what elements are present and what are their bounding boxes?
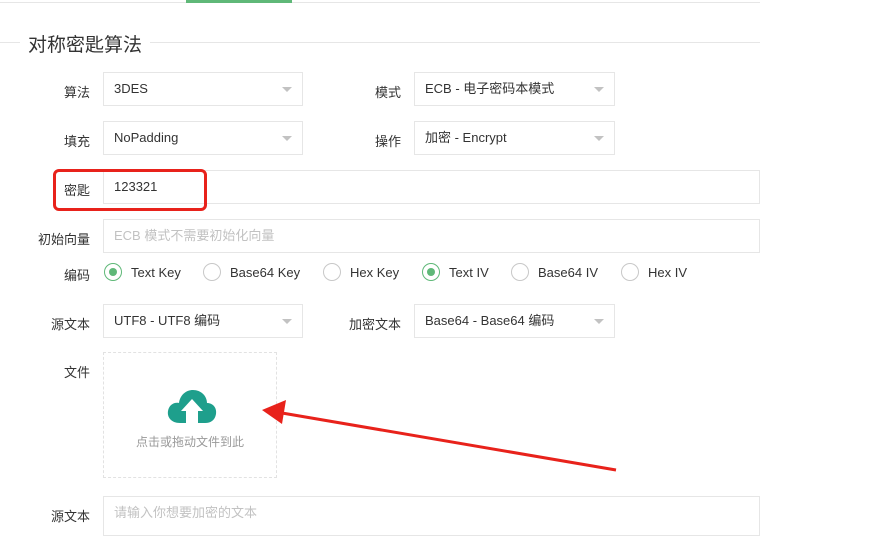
chevron-down-icon: [594, 136, 604, 141]
chevron-down-icon: [282, 136, 292, 141]
chevron-down-icon: [282, 319, 292, 324]
operation-label: 操作: [374, 134, 401, 149]
padding-label: 填充: [63, 134, 90, 149]
radio-label: Text IV: [449, 265, 489, 280]
section-line-right: [150, 42, 760, 43]
algorithm-select[interactable]: 3DES: [103, 72, 303, 106]
upload-hint: 点击或拖动文件到此: [135, 435, 244, 449]
radio-label: Base64 IV: [538, 265, 598, 280]
encrypted-text-encoding-value: Base64 - Base64 编码: [425, 313, 555, 328]
file-upload-dropzone[interactable]: 点击或拖动文件到此: [103, 352, 277, 478]
mode-select[interactable]: ECB - 电子密码本模式: [414, 72, 615, 106]
algorithm-label: 算法: [63, 85, 90, 100]
source-text-encoding-value: UTF8 - UTF8 编码: [114, 313, 221, 328]
encrypted-text-encoding-label: 加密文本: [348, 317, 401, 332]
source-text-label: 源文本: [50, 509, 90, 524]
chevron-down-icon: [594, 319, 604, 324]
radio-circle: [203, 263, 221, 281]
annotation-highlight-box: [53, 169, 207, 211]
source-text-encoding-select[interactable]: UTF8 - UTF8 编码: [103, 304, 303, 338]
radio-circle: [422, 263, 440, 281]
radio-circle: [511, 263, 529, 281]
operation-select[interactable]: 加密 - Encrypt: [414, 121, 615, 155]
algorithm-value: 3DES: [114, 81, 148, 96]
encoding-label: 编码: [63, 268, 90, 283]
radio-label: Base64 Key: [230, 265, 301, 280]
mode-label: 模式: [374, 85, 401, 100]
source-text-textarea[interactable]: 请输入你想要加密的文本: [103, 496, 760, 536]
padding-select[interactable]: NoPadding: [103, 121, 303, 155]
active-tab-indicator: [186, 0, 292, 3]
top-divider: [0, 2, 760, 3]
cloud-upload-icon: [167, 390, 217, 423]
mode-value: ECB - 电子密码本模式: [425, 81, 555, 96]
padding-value: NoPadding: [114, 130, 179, 145]
section-title: 对称密匙算法: [28, 35, 143, 56]
operation-value: 加密 - Encrypt: [425, 130, 507, 145]
radio-label: Text Key: [131, 265, 181, 280]
section-line-left: [0, 42, 20, 43]
iv-label: 初始向量: [37, 232, 90, 247]
chevron-down-icon: [282, 87, 292, 92]
radio-circle: [323, 263, 341, 281]
radio-label: Hex Key: [350, 265, 400, 280]
encoding-radio-group: Text Key Base64 Key Hex Key Text IV Base…: [104, 262, 764, 284]
chevron-down-icon: [594, 87, 604, 92]
file-label: 文件: [63, 365, 90, 380]
section-header: 对称密匙算法: [0, 28, 760, 56]
radio-circle: [621, 263, 639, 281]
encrypted-text-encoding-select[interactable]: Base64 - Base64 编码: [414, 304, 615, 338]
iv-input[interactable]: ECB 模式不需要初始化向量: [103, 219, 760, 253]
radio-label: Hex IV: [648, 265, 688, 280]
radio-circle: [104, 263, 122, 281]
source-text-encoding-label: 源文本: [50, 317, 90, 332]
